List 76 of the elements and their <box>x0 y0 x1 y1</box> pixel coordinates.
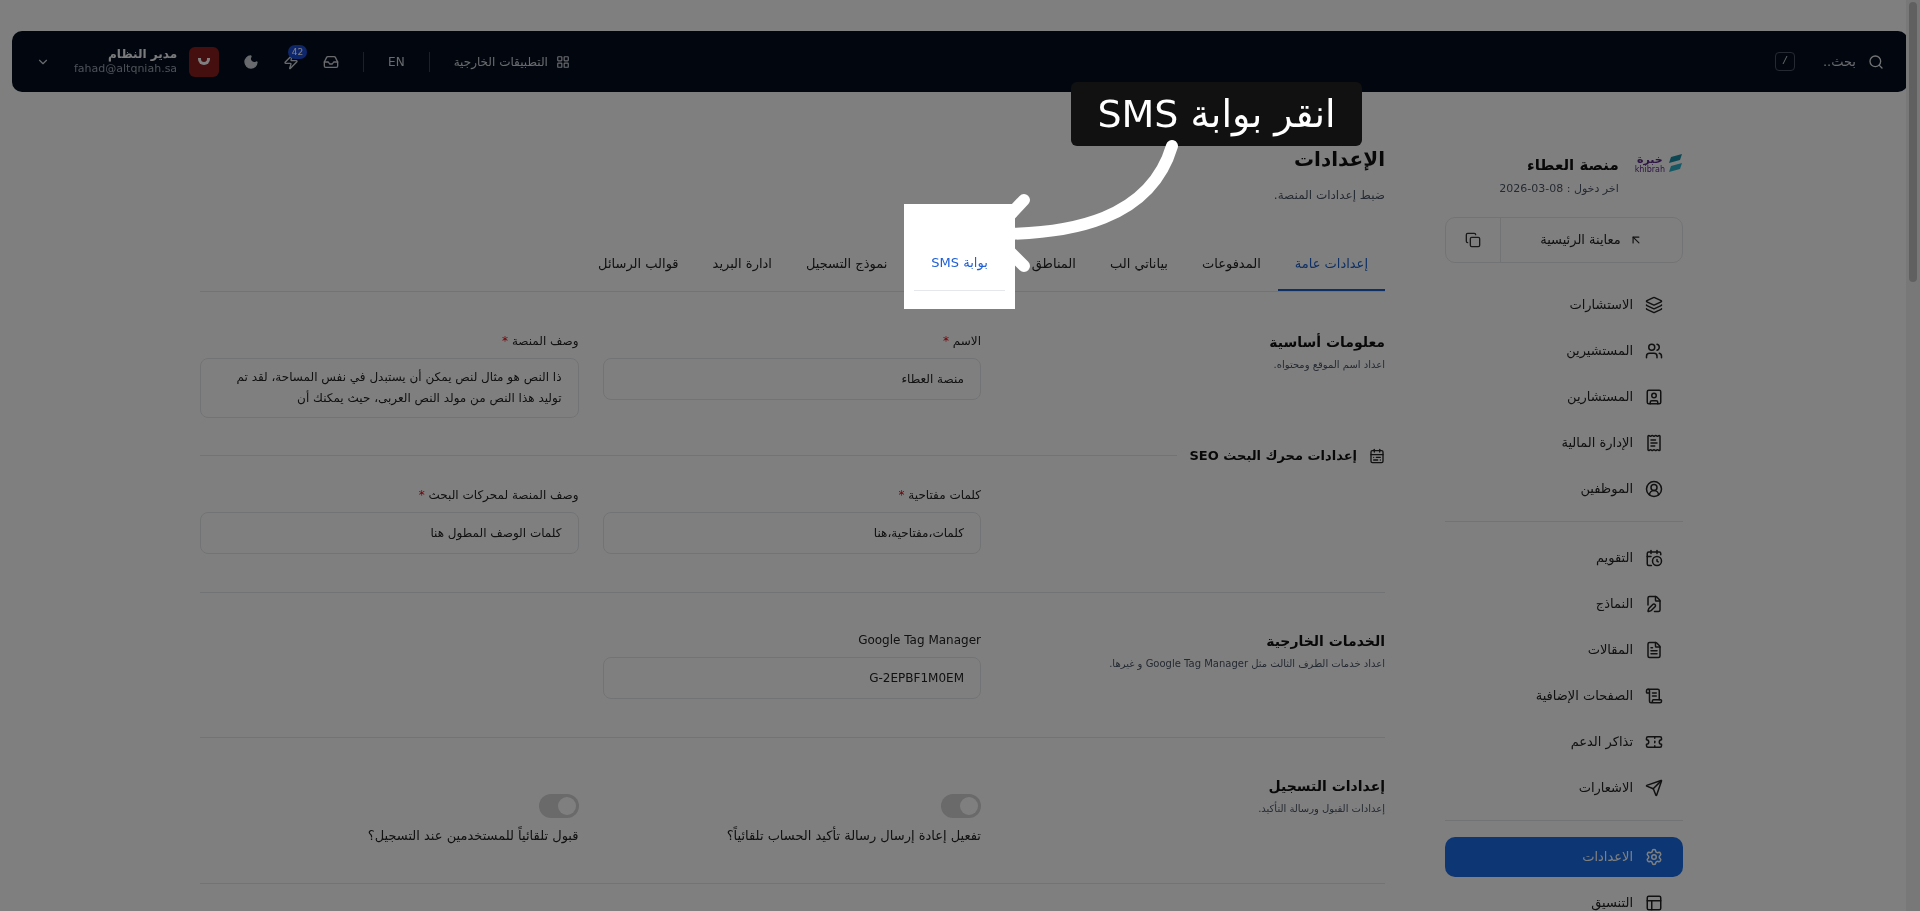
sidebar-item[interactable]: تذاكر الدعم <box>1445 722 1683 762</box>
field-label: كلمات مفتاحية * <box>897 486 981 504</box>
page-title: الإعدادات <box>1292 146 1385 173</box>
tab[interactable]: بياناتي الب <box>1092 239 1185 291</box>
settings-icon <box>1645 848 1663 866</box>
platform-name: منصة العطاء <box>1526 155 1619 176</box>
tab[interactable]: المدفوعات <box>1184 239 1278 291</box>
section-title: معلومات أساسية <box>1268 332 1385 353</box>
user-circle-icon <box>1645 480 1663 498</box>
section-title: الخدمات الخارجية <box>1265 631 1385 651</box>
calendar-icon <box>1645 549 1663 567</box>
section-description: اعداد اسم الموقع ومحتواه. <box>1272 358 1385 372</box>
last-login: اخر دخول : 08-03-2026 <box>1499 180 1619 197</box>
tab[interactable]: المناطق <box>1014 239 1093 291</box>
section-description: اعداد خدمات الطرف الثالث مثل Google Tag Manager و غيرها. <box>1108 656 1385 671</box>
user-email: fahad@altqniah.sa <box>74 62 178 76</box>
shortcut-key: / <box>1774 52 1795 71</box>
external-apps-link[interactable]: التطبيقات الخارجية <box>453 52 570 71</box>
section-title: إعدادات التسجيل <box>1267 776 1385 796</box>
user-card-icon <box>1645 388 1663 406</box>
subsection-title: إعدادات محرك البحث SEO <box>1189 447 1357 465</box>
input-field[interactable]: منصة العطاء <box>602 358 981 400</box>
sidebar-item[interactable]: التنسيق <box>1445 883 1683 911</box>
receipt-icon <box>1645 434 1663 452</box>
sidebar-item[interactable]: المستشيرين <box>1445 331 1683 371</box>
sidebar-item[interactable]: الاشعارات <box>1445 768 1683 808</box>
chart-calendar-icon <box>1369 447 1385 464</box>
sidebar-item[interactable]: التقويم <box>1445 538 1683 578</box>
tab[interactable]: ادارة البريد <box>695 239 789 291</box>
description-textarea[interactable]: ذا النص هو مثال لنص يمكن أن يستبدل في نفس المساحة، لقد تم توليد هذا النص من مولد النص العربى، حيث يمكنك أن <box>200 358 579 418</box>
toggle-label: تفعيل إعادة إرسال رسالة تأكيد الحساب تلقائياً؟ <box>726 825 981 845</box>
logo-subtext: khibrah <box>1634 165 1665 175</box>
grid-icon <box>555 54 570 69</box>
sidebar-item[interactable]: الموظفين <box>1445 469 1683 509</box>
tab[interactable]: نموذج التسجيل <box>788 239 905 291</box>
ticket-icon <box>1645 733 1663 751</box>
input-field[interactable]: كلمات،مفتاحية،هنا <box>602 511 981 554</box>
field-label: الاسم * <box>941 333 981 350</box>
document-icon <box>1645 641 1663 659</box>
search-icon[interactable] <box>1868 53 1884 70</box>
tab[interactable]: قوالب الرسائل <box>581 239 696 291</box>
users-icon <box>1645 342 1663 360</box>
callout-label: انقر بوابة SMS <box>1071 82 1362 146</box>
send-icon <box>1645 779 1663 797</box>
section-description: إعدادات القبول ورسالة التأكيد. <box>1257 800 1385 816</box>
logo-text: خبرة <box>1637 154 1663 165</box>
user-name: مدير النظام <box>107 47 178 63</box>
sidebar-item[interactable]: المقالات <box>1445 630 1683 670</box>
tab[interactable]: بوابة SMS <box>914 238 1005 290</box>
sidebar-item[interactable]: الاعدادات <box>1445 837 1683 877</box>
scrollbar[interactable] <box>1906 0 1920 911</box>
preview-button[interactable]: معاينة الرئيسية <box>1501 218 1682 262</box>
input-field[interactable]: G-2EPBF1M0EM <box>602 656 981 699</box>
field-label: Google Tag Manager <box>857 631 981 649</box>
sidebar-item[interactable]: النماذج <box>1445 584 1683 624</box>
layers-icon <box>1645 296 1663 314</box>
scroll-icon <box>1645 687 1663 705</box>
sidebar-item[interactable]: الصفحات الإضافية <box>1445 676 1683 716</box>
search-field[interactable]: بحث.. <box>1822 51 1856 72</box>
language-button[interactable]: EN <box>388 52 405 71</box>
input-field[interactable]: كلمات الوصف المطول هنا <box>200 511 579 554</box>
file-edit-icon <box>1645 595 1663 613</box>
avatar[interactable] <box>189 46 220 77</box>
inbox-icon[interactable] <box>323 53 340 70</box>
notification-badge: 42 <box>287 44 308 59</box>
sidebar-item[interactable]: الاستشارات <box>1445 285 1683 325</box>
field-label: وصف المنصة لمحركات البحث * <box>417 486 579 504</box>
toggle-label: قبول تلقائياً للمستخدمين عند التسجيل؟ <box>367 825 579 845</box>
sidebar-item[interactable]: الإدارة المالية <box>1445 423 1683 463</box>
moon-icon[interactable] <box>243 53 260 70</box>
layout-icon <box>1645 894 1663 911</box>
tab[interactable]: إعدادات عامة <box>1277 239 1385 291</box>
sidebar-item[interactable]: المستشارين <box>1445 377 1683 417</box>
copy-icon <box>1465 232 1481 248</box>
field-label: وصف المنصة * <box>501 333 579 350</box>
page-subtitle: ضبط إعدادات المنصة. <box>1272 187 1385 204</box>
